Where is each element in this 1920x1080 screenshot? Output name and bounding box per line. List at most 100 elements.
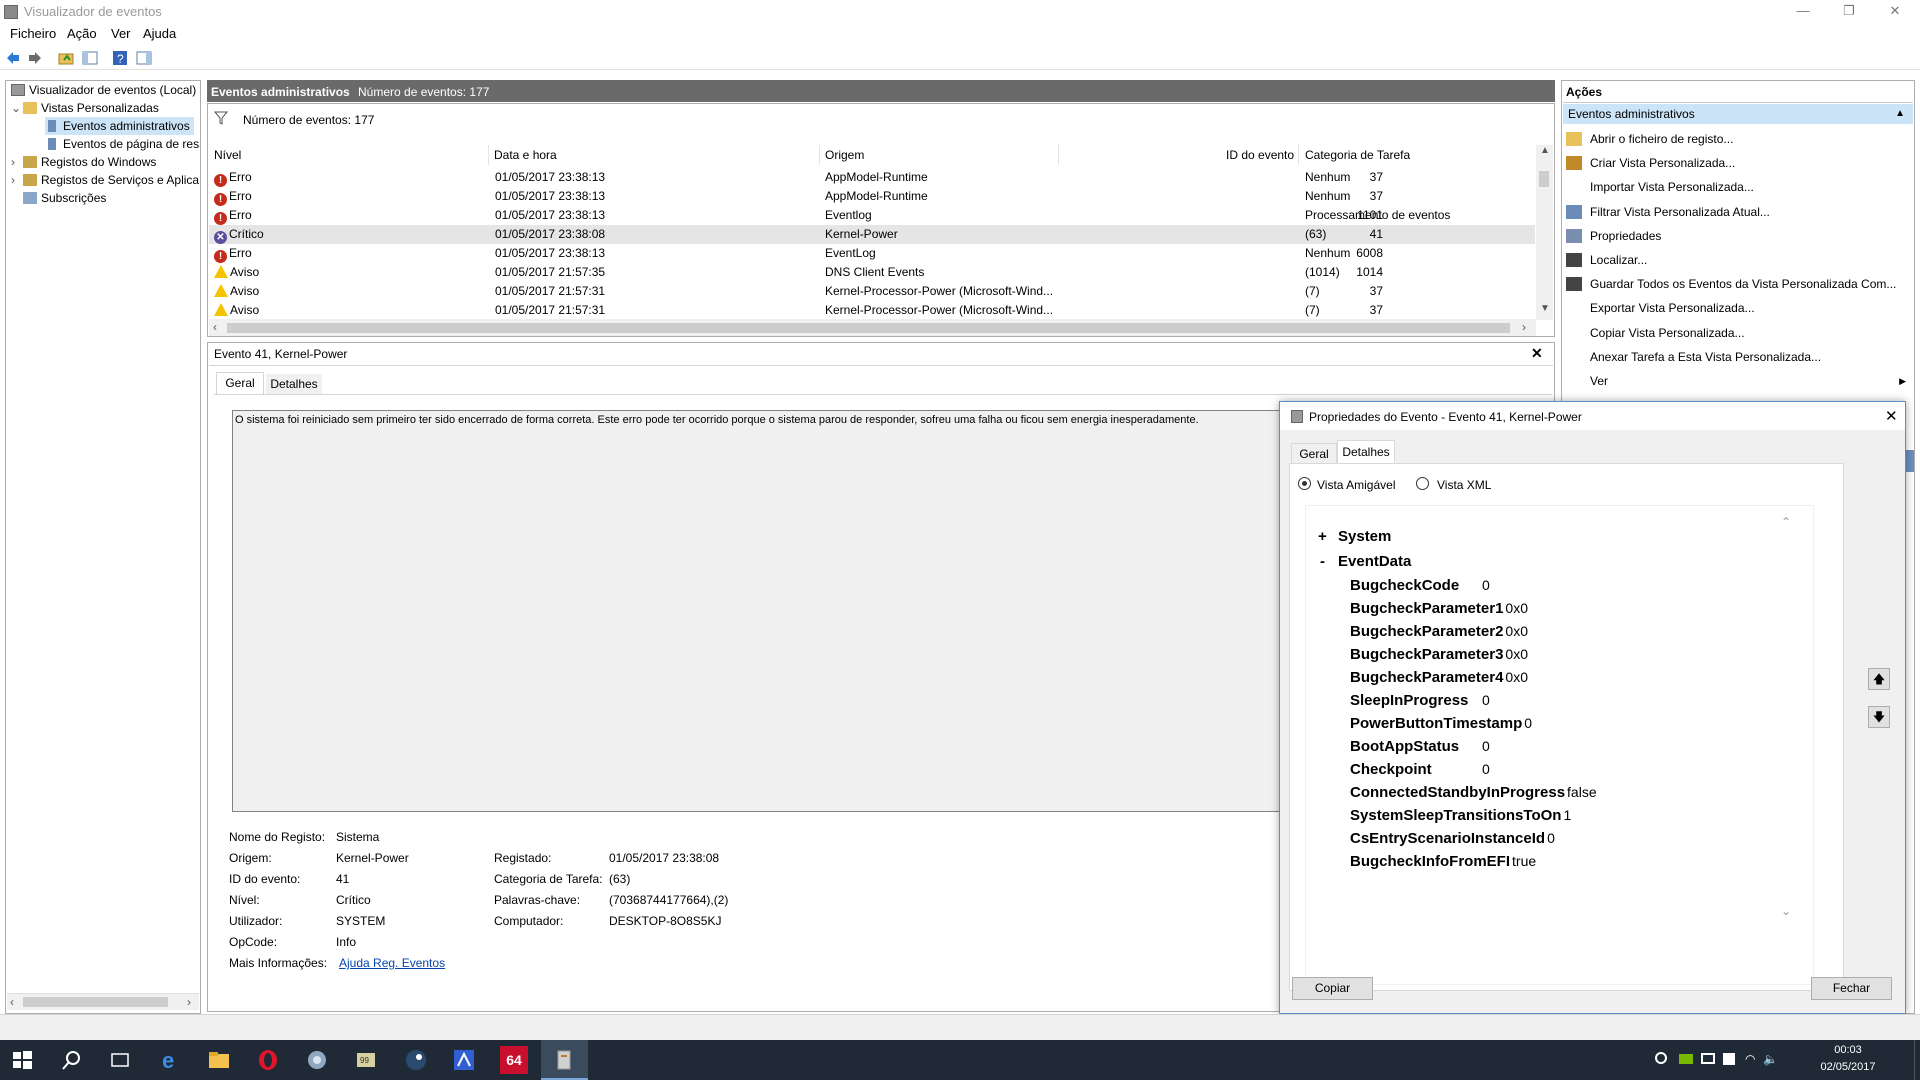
search-icon[interactable] [60,1048,84,1072]
scroll-left-icon[interactable]: ‹ [10,995,14,1009]
volume-icon[interactable]: 🔈 [1763,1052,1778,1066]
detail-tab-details[interactable]: Detalhes [266,374,322,394]
steam-icon[interactable] [404,1048,428,1072]
eventdata-node[interactable]: EventData [1338,553,1411,570]
action-item[interactable]: Abrir o ficheiro de registo... [1566,127,1906,151]
expand-down-icon[interactable]: ⌄ [11,99,23,117]
tree-custom-views[interactable]: ⌄ Vistas Personalizadas [11,99,159,117]
forward-arrow-icon[interactable] [27,50,43,66]
col-task-category[interactable]: Categoria de Tarefa [1305,148,1410,162]
action-item[interactable]: Ver ▶ [1566,369,1906,393]
tree-windows-logs[interactable]: › Registos do Windows [11,153,156,171]
taskbar-date[interactable]: 02/05/2017 [1800,1061,1896,1073]
opera-icon[interactable] [256,1048,280,1072]
col-source[interactable]: Origem [825,148,864,162]
windows-start-icon[interactable] [10,1048,34,1072]
events-vertical-scrollbar[interactable]: ▲ ▼ [1536,145,1553,320]
edge-icon[interactable]: e [158,1048,182,1072]
table-row[interactable]: ! Erro 01/05/2017 23:38:13 Eventlog 1101 Proc… [209,206,1535,225]
table-row[interactable]: Aviso 01/05/2017 21:57:31 Kernel-Processor… [209,282,1535,301]
collapse-up-icon[interactable]: ▲ [1895,104,1905,124]
scroll-right-icon[interactable]: › [187,995,191,1009]
col-date[interactable]: Data e hora [494,148,557,162]
scroll-left-icon[interactable]: ‹ [213,320,217,334]
expand-right-icon[interactable]: › [11,171,23,189]
close-dialog-button[interactable]: Fechar [1811,977,1892,1000]
table-row[interactable]: Aviso 01/05/2017 21:57:31 Kernel-Processor… [209,301,1535,320]
radio-friendly-view[interactable] [1298,477,1311,490]
action-item[interactable]: Copiar Vista Personalizada... [1566,321,1906,345]
nvidia-icon[interactable] [1679,1054,1693,1064]
taskbar-time[interactable]: 00:03 [1818,1044,1878,1056]
action-item[interactable]: Exportar Vista Personalizada... [1566,296,1906,320]
properties-view-icon[interactable] [136,50,152,66]
scroll-thumb[interactable] [1539,171,1549,187]
col-event-id[interactable]: ID do evento [1226,148,1294,162]
scroll-thumb[interactable] [23,997,168,1007]
network-icon[interactable] [1655,1052,1667,1064]
wifi-icon[interactable]: ◠ [1745,1052,1755,1066]
table-row[interactable]: Aviso 01/05/2017 21:57:35 DNS Client Event… [209,263,1535,282]
table-row[interactable]: ✕ Crítico 01/05/2017 23:38:08 Kernel-Power 4… [209,225,1535,244]
system-node[interactable]: System [1338,528,1391,545]
previous-event-button[interactable]: 🡅 [1868,668,1890,690]
menu-ver[interactable]: Ver [111,26,131,41]
scroll-right-icon[interactable]: › [1522,320,1526,334]
usb-icon[interactable] [1723,1053,1735,1065]
event-viewer-taskbar-icon[interactable] [552,1048,576,1072]
action-item[interactable]: Guardar Todos os Eventos da Vista Person… [1566,272,1906,296]
action-item[interactable]: Importar Vista Personalizada... [1566,175,1906,199]
action-item[interactable]: Anexar Tarefa a Esta Vista Personalizada… [1566,345,1906,369]
table-row[interactable]: ! Erro 01/05/2017 23:38:13 AppModel-Runtime… [209,187,1535,206]
maximize-button[interactable]: ❐ [1826,0,1872,22]
system-toggle[interactable]: + [1318,528,1327,545]
next-event-button[interactable]: 🡇 [1868,706,1890,728]
radio-xml-view[interactable] [1416,477,1429,490]
help-icon[interactable]: ? [112,50,128,66]
tray-icons[interactable]: ◠ 🔈 [1655,1052,1778,1068]
show-hide-tree-icon[interactable] [82,50,98,66]
copy-button[interactable]: Copiar [1292,977,1373,1000]
scroll-thumb[interactable] [227,323,1510,333]
menu-acao[interactable]: Ação [67,26,97,41]
eventdata-toggle[interactable]: - [1320,553,1325,570]
events-horizontal-scrollbar[interactable]: ‹ › [209,319,1536,336]
col-level[interactable]: Nível [214,148,241,162]
tree-page-events[interactable]: Eventos de página de res [45,135,199,153]
expand-right-icon[interactable]: › [11,153,23,171]
detail-tab-general[interactable]: Geral [216,372,264,394]
monitor-icon[interactable] [1701,1053,1715,1064]
file-explorer-icon[interactable] [207,1048,231,1072]
detail-close-icon[interactable]: ✕ [1531,345,1543,362]
menu-ficheiro[interactable]: Ficheiro [10,26,56,41]
action-item[interactable]: Propriedades [1566,224,1906,248]
back-arrow-icon[interactable] [5,50,21,66]
aida64-icon[interactable]: 64 [500,1046,528,1074]
tree-horizontal-scrollbar[interactable]: ‹ › [7,993,199,1010]
dialog-tab-general[interactable]: Geral [1291,443,1337,463]
tree-admin-events[interactable]: Eventos administrativos [45,117,194,135]
tree-root[interactable]: Visualizador de eventos (Local) [11,81,196,99]
app-blue-icon[interactable] [452,1048,476,1072]
table-row[interactable]: ! Erro 01/05/2017 23:38:13 AppModel-Runtime… [209,168,1535,187]
app-icon[interactable] [305,1048,329,1072]
dialog-tab-details[interactable]: Detalhes [1337,440,1395,463]
details-scroll-down-icon[interactable]: ⌄ [1781,904,1791,918]
app-badge-icon[interactable]: 99 [354,1048,378,1072]
show-desktop-strip[interactable] [1914,1040,1920,1080]
action-item[interactable]: Filtrar Vista Personalizada Atual... [1566,200,1906,224]
minimize-button[interactable]: — [1780,0,1826,22]
tree-app-logs[interactable]: › Registos de Serviços e Aplica [11,171,199,189]
dialog-close-icon[interactable]: ✕ [1885,407,1898,425]
tree-subscriptions[interactable]: Subscrições [23,189,106,207]
action-item[interactable]: Criar Vista Personalizada... [1566,151,1906,175]
more-info-link[interactable]: Ajuda Reg. Eventos [339,956,445,970]
action-item[interactable]: Localizar... [1566,248,1906,272]
menu-ajuda[interactable]: Ajuda [143,26,176,41]
task-view-icon[interactable] [108,1048,132,1072]
actions-section-header[interactable]: Eventos administrativos ▲ [1563,104,1913,124]
close-button[interactable]: ✕ [1872,0,1918,22]
table-row[interactable]: ! Erro 01/05/2017 23:38:13 EventLog 6008 Nenh… [209,244,1535,263]
scroll-down-icon[interactable]: ▼ [1540,303,1550,314]
details-scroll-up-icon[interactable]: ⌃ [1781,515,1791,529]
